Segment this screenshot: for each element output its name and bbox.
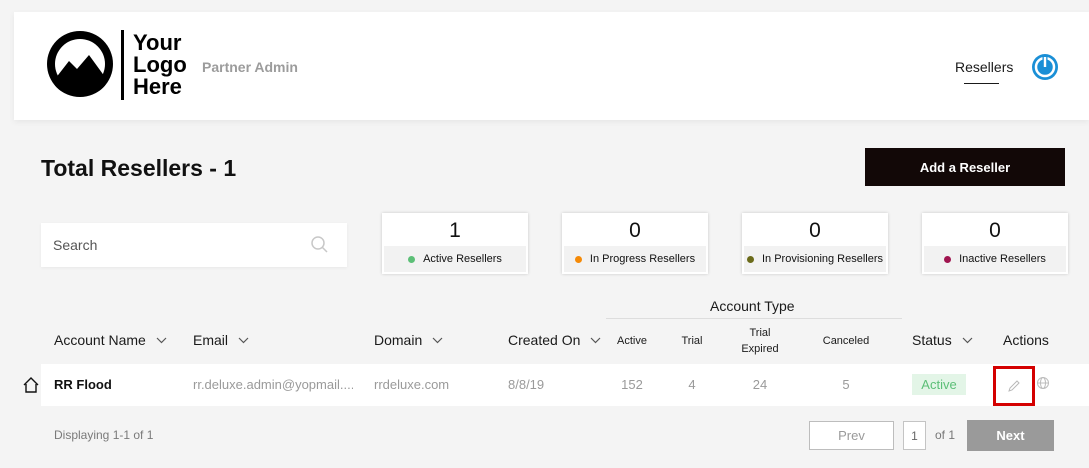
column-label: Created On <box>508 332 581 348</box>
next-button[interactable]: Next <box>967 420 1054 451</box>
chevron-down-icon <box>590 337 601 343</box>
add-reseller-button[interactable]: Add a Reseller <box>865 148 1065 186</box>
stat-label: Inactive Resellers <box>959 253 1046 265</box>
stat-label: In Provisioning Resellers <box>761 253 884 265</box>
column-header-active: Active <box>617 335 647 347</box>
cell-created-on: 8/8/19 <box>508 377 545 392</box>
stat-card-in-provisioning: 0 In Provisioning Resellers <box>742 213 888 274</box>
page-number-input[interactable]: 1 <box>903 421 926 450</box>
globe-icon[interactable] <box>1036 376 1050 390</box>
stat-value: 0 <box>629 219 641 242</box>
power-button[interactable] <box>1030 52 1060 82</box>
status-dot-icon <box>944 255 952 263</box>
nav-active-underline <box>964 83 999 84</box>
pencil-icon <box>1008 380 1020 392</box>
column-label: Status <box>912 332 952 348</box>
chevron-down-icon <box>156 337 167 343</box>
column-header-trial: Trial <box>681 335 703 347</box>
cell-trial-expired: 24 <box>752 377 768 392</box>
column-header-status[interactable]: Status <box>912 332 973 348</box>
power-icon <box>1032 54 1058 80</box>
top-header: Your Logo Here Partner Admin Resellers <box>14 12 1089 120</box>
chevron-down-icon <box>432 337 443 343</box>
status-badge: Active <box>912 374 966 395</box>
column-header-account-name[interactable]: Account Name <box>54 332 167 348</box>
search-icon[interactable] <box>310 235 330 255</box>
account-type-group-header: Account Type <box>710 298 795 314</box>
stat-value: 0 <box>809 219 821 242</box>
search-input[interactable] <box>53 235 303 255</box>
logo-text: Your Logo Here <box>133 32 213 98</box>
column-label-line-1: Trial <box>749 327 771 339</box>
status-dot-icon <box>408 255 416 263</box>
logo-line-3: Here <box>133 74 182 99</box>
cell-canceled: 5 <box>842 377 850 392</box>
column-header-trial-expired: Trial Expired <box>734 325 786 357</box>
logo-mountain-icon <box>47 31 113 97</box>
stat-card-inactive: 0 Inactive Resellers <box>922 213 1068 274</box>
pagination-summary: Displaying 1-1 of 1 <box>54 428 154 442</box>
app-subtitle: Partner Admin <box>202 59 298 75</box>
stat-label: In Progress Resellers <box>589 253 696 265</box>
logo-line-2: Logo <box>133 52 187 77</box>
chevron-down-icon <box>238 337 249 343</box>
column-header-email[interactable]: Email <box>193 332 249 348</box>
column-header-canceled: Canceled <box>822 335 870 347</box>
cell-account-name[interactable]: RR Flood <box>54 377 112 392</box>
logo-divider <box>121 30 124 100</box>
cell-email: rr.deluxe.admin@yopmail.... <box>193 377 353 392</box>
cell-active: 152 <box>621 377 643 392</box>
chevron-down-icon <box>962 337 973 343</box>
stat-label: Active Resellers <box>423 253 502 265</box>
stat-value: 1 <box>449 219 461 242</box>
stat-card-in-progress: 0 In Progress Resellers <box>562 213 708 274</box>
account-type-divider <box>606 318 902 319</box>
stat-value: 0 <box>989 219 1001 242</box>
nav-item-resellers[interactable]: Resellers <box>955 59 1013 75</box>
column-header-actions: Actions <box>1003 332 1049 348</box>
status-dot-icon <box>746 255 754 263</box>
column-label: Domain <box>374 332 423 348</box>
cell-trial: 4 <box>688 377 696 392</box>
cell-domain: rrdeluxe.com <box>374 377 450 392</box>
page-count-label: of 1 <box>935 428 956 442</box>
column-header-created-on[interactable]: Created On <box>508 332 601 348</box>
logo-line-1: Your <box>133 30 182 55</box>
home-icon[interactable] <box>22 376 40 394</box>
edit-button[interactable] <box>993 366 1035 406</box>
column-header-domain[interactable]: Domain <box>374 332 443 348</box>
status-dot-icon <box>574 255 582 263</box>
stat-card-active: 1 Active Resellers <box>382 213 528 274</box>
prev-button[interactable]: Prev <box>809 421 894 450</box>
column-label: Account Name <box>54 332 146 348</box>
search-box[interactable] <box>41 223 347 267</box>
column-label: Email <box>193 332 229 348</box>
column-label-line-2: Expired <box>741 343 779 355</box>
page-title: Total Resellers - 1 <box>41 155 237 181</box>
